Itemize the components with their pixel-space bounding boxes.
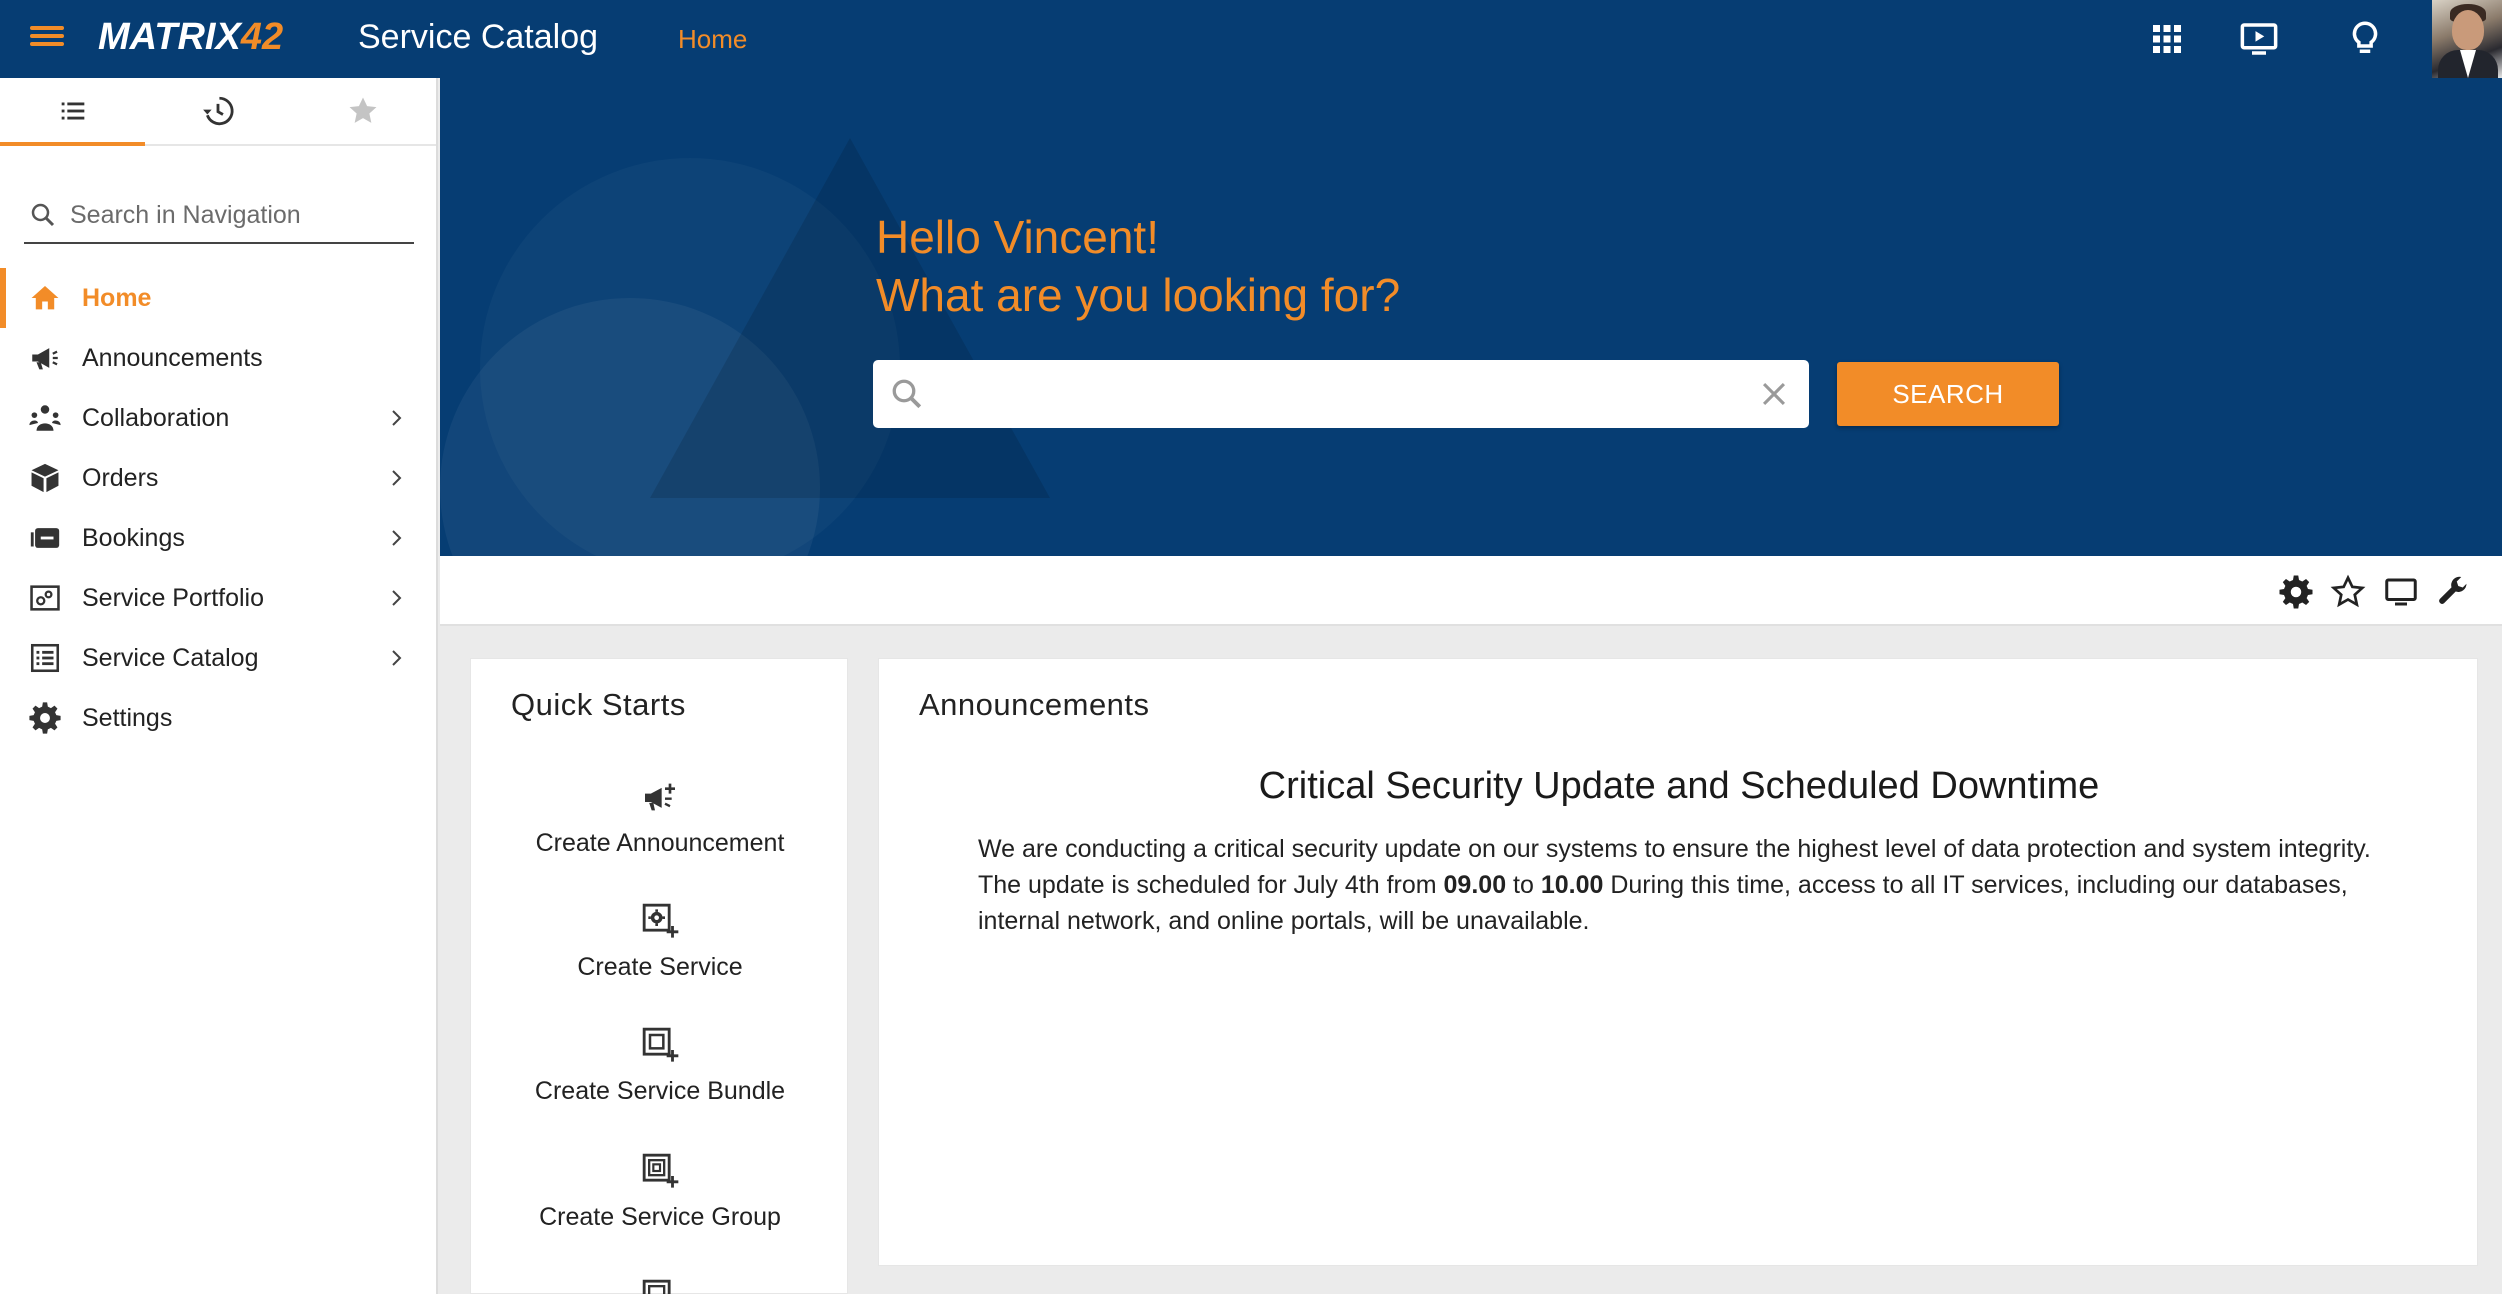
create-announcement-button[interactable]: Create Announcement bbox=[471, 777, 849, 858]
history-icon bbox=[203, 96, 234, 126]
greeting-text: Hello Vincent! bbox=[876, 211, 1159, 263]
sidebar-item-bookings[interactable]: Bookings bbox=[0, 508, 436, 568]
sidebar-item-label: Service Catalog bbox=[82, 643, 259, 672]
box-icon bbox=[28, 461, 62, 495]
people-icon bbox=[28, 401, 62, 435]
app-title: Service Catalog bbox=[358, 18, 599, 56]
search-icon bbox=[892, 379, 922, 409]
announcements-panel: Announcements Critical Security Update a… bbox=[878, 658, 2478, 1266]
announcement-time-start: 09.00 bbox=[1443, 871, 1507, 899]
tab-history[interactable] bbox=[145, 78, 290, 144]
chevron-right-icon bbox=[384, 406, 408, 430]
sidebar-item-orders[interactable]: Orders bbox=[0, 448, 436, 508]
sidebar-item-label: Settings bbox=[82, 703, 173, 732]
hero-banner: Hello Vincent! What are you looking for?… bbox=[440, 78, 2502, 556]
quick-start-label: Create Announcement bbox=[535, 829, 785, 857]
sidebar-item-label: Announcements bbox=[82, 343, 263, 372]
booking-icon bbox=[28, 521, 62, 555]
top-bar: MATRIX42 Service Catalog Home bbox=[0, 0, 2502, 78]
clear-icon[interactable] bbox=[1757, 377, 1791, 411]
sidebar-item-label: Collaboration bbox=[82, 403, 230, 432]
sidebar-tabs bbox=[0, 78, 436, 146]
apps-grid-icon[interactable] bbox=[2146, 18, 2188, 60]
sidebar-item-home[interactable]: Home bbox=[0, 268, 436, 328]
create-service-bundle-button[interactable]: Create Service Bundle bbox=[471, 1025, 849, 1106]
announcement-body: We are conducting a critical security up… bbox=[978, 831, 2398, 939]
sidebar-item-settings[interactable]: Settings bbox=[0, 688, 436, 748]
search-button[interactable]: SEARCH bbox=[1837, 362, 2059, 426]
sidebar-item-announcements[interactable]: Announcements bbox=[0, 328, 436, 388]
quick-start-label: Create Service bbox=[577, 953, 743, 981]
lightbulb-icon[interactable] bbox=[2344, 18, 2386, 60]
page-toolbar bbox=[440, 556, 2502, 626]
gear-icon bbox=[28, 701, 62, 735]
list-icon bbox=[61, 102, 84, 120]
quick-start-partial-item[interactable] bbox=[471, 1277, 849, 1294]
question-text: What are you looking for? bbox=[876, 269, 1401, 321]
sidebar: Home Announcements Collaboration Orders … bbox=[0, 78, 438, 1294]
user-avatar[interactable] bbox=[2432, 0, 2502, 78]
chevron-right-icon bbox=[384, 466, 408, 490]
hero-greeting: Hello Vincent! What are you looking for? bbox=[876, 208, 1400, 324]
nav-search-field[interactable] bbox=[24, 188, 414, 244]
wrench-icon[interactable] bbox=[2435, 574, 2471, 610]
logo-number: 42 bbox=[240, 16, 284, 58]
nav-search-input[interactable] bbox=[70, 200, 400, 230]
announcements-title: Announcements bbox=[919, 687, 1150, 722]
monitor-icon[interactable] bbox=[2383, 574, 2419, 610]
logo-text: MATRIX bbox=[98, 16, 241, 58]
catalog-plus-icon bbox=[642, 1279, 671, 1294]
portfolio-icon bbox=[28, 581, 62, 615]
sidebar-item-service-catalog[interactable]: Service Catalog bbox=[0, 628, 436, 688]
matrix42-logo[interactable]: MATRIX42 bbox=[98, 16, 283, 59]
favorite-star-icon[interactable] bbox=[2330, 574, 2366, 610]
home-icon bbox=[28, 281, 62, 315]
chevron-right-icon bbox=[384, 526, 408, 550]
bundle-plus-icon bbox=[642, 1027, 679, 1062]
megaphone-icon bbox=[28, 341, 62, 375]
create-service-button[interactable]: Create Service bbox=[471, 901, 849, 982]
nav-list: Home Announcements Collaboration Orders … bbox=[0, 268, 436, 748]
quick-starts-title: Quick Starts bbox=[511, 687, 686, 722]
announcement-text: to bbox=[1506, 871, 1541, 899]
catalog-list-icon bbox=[28, 641, 62, 675]
star-icon bbox=[349, 97, 377, 123]
announcement-time-end: 10.00 bbox=[1540, 871, 1604, 899]
hamburger-menu-icon[interactable] bbox=[30, 22, 64, 56]
quick-start-label: Create Service Bundle bbox=[534, 1077, 786, 1105]
group-plus-icon bbox=[642, 1153, 679, 1188]
chevron-right-icon bbox=[384, 646, 408, 670]
quick-starts-panel: Quick Starts Create Announcement Create … bbox=[470, 658, 848, 1294]
sidebar-item-collaboration[interactable]: Collaboration bbox=[0, 388, 436, 448]
sidebar-item-label: Service Portfolio bbox=[82, 583, 265, 612]
gear-icon[interactable] bbox=[2278, 574, 2314, 610]
sidebar-item-label: Home bbox=[82, 283, 152, 312]
megaphone-plus-icon bbox=[645, 783, 675, 811]
tab-navigation[interactable] bbox=[0, 78, 146, 146]
video-tutorial-icon[interactable] bbox=[2238, 18, 2280, 60]
service-plus-icon bbox=[642, 903, 679, 938]
hero-search-input[interactable] bbox=[937, 364, 1757, 424]
sidebar-item-label: Bookings bbox=[82, 523, 185, 552]
tab-favorites[interactable] bbox=[291, 78, 436, 144]
chevron-right-icon bbox=[384, 586, 408, 610]
quick-start-label: Create Service Group bbox=[539, 1203, 781, 1231]
hero-search-box[interactable] bbox=[873, 360, 1809, 428]
announcement-headline[interactable]: Critical Security Update and Scheduled D… bbox=[879, 765, 2479, 808]
sidebar-item-service-portfolio[interactable]: Service Portfolio bbox=[0, 568, 436, 628]
sidebar-item-label: Orders bbox=[82, 463, 159, 492]
search-icon bbox=[31, 203, 55, 227]
breadcrumb-home[interactable]: Home bbox=[678, 24, 747, 55]
create-service-group-button[interactable]: Create Service Group bbox=[471, 1151, 849, 1232]
